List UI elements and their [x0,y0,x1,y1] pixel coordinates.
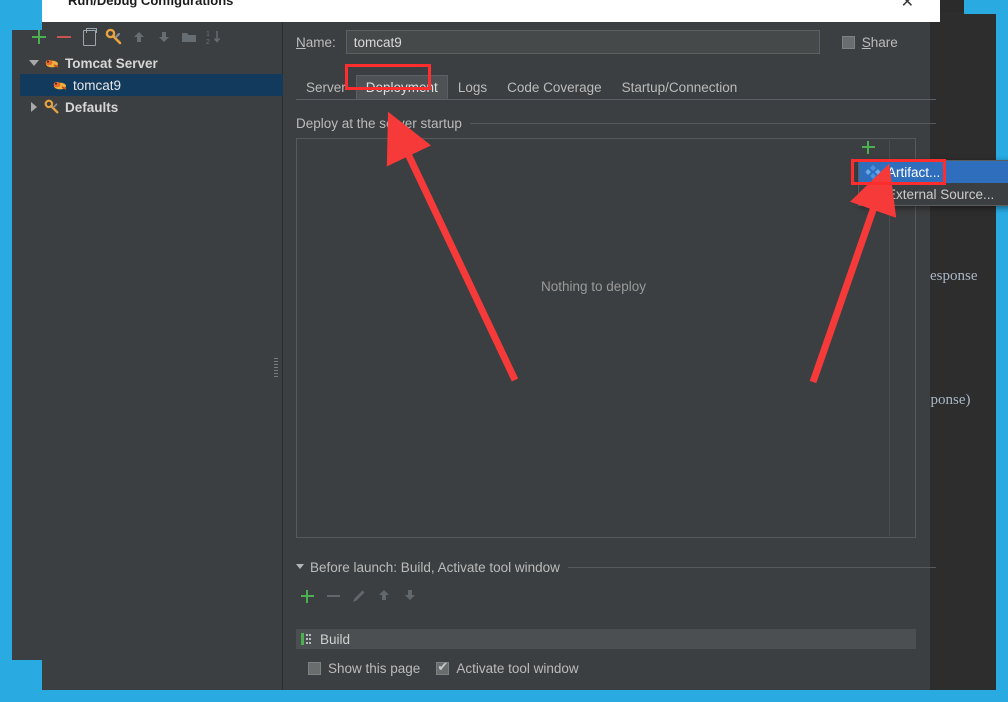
deployment-list-panel[interactable]: Nothing to deploy [296,138,916,538]
menu-item-external-source[interactable]: External Source... [859,183,1008,205]
add-deployment-artifact-button[interactable] [858,137,878,157]
configuration-editor-panel: Name: Share Server Deployment Logs Code … [284,22,940,702]
tab-deployment[interactable]: Deployment [355,75,448,99]
chevron-down-icon[interactable] [28,57,40,69]
add-task-button[interactable] [298,587,316,605]
show-this-page-checkbox[interactable]: Show this page [308,661,420,676]
tomcat-icon [52,77,68,93]
deploy-section-title: Deploy at the server startup [296,115,462,131]
checkbox-box[interactable] [436,659,450,675]
tree-item-label: tomcat9 [73,77,122,93]
before-launch-task-build[interactable]: Build [296,629,916,649]
menu-item-label: Artifact... [887,164,941,180]
menu-item-artifact[interactable]: Artifact... [859,161,1008,183]
chevron-down-icon[interactable] [296,562,306,572]
frame-border-top-left [0,0,42,30]
before-launch-header[interactable]: Before launch: Build, Activate tool wind… [296,558,936,576]
external-source-icon [865,186,881,202]
tab-startup-connection[interactable]: Startup/Connection [612,75,748,99]
run-debug-configurations-dialog: 1 2 Tomcat Server tomcat9 Defaults Name:… [10,0,940,702]
remove-configuration-button[interactable] [53,26,75,48]
checkbox-label: Show this page [328,660,421,676]
menu-item-label: External Source... [887,186,995,202]
remove-task-button[interactable] [324,587,342,605]
edit-task-button[interactable] [350,587,368,605]
close-icon[interactable]: ✕ [901,0,914,12]
frame-border-top-right [964,0,1008,14]
frame-border-right [996,0,1008,702]
frame-border-bottom [30,690,996,702]
tree-item-defaults[interactable]: Defaults [20,96,283,118]
tree-item-tomcat-server[interactable]: Tomcat Server [20,52,283,74]
svg-text:2: 2 [206,39,210,45]
section-divider [567,566,936,568]
copy-configuration-button[interactable] [78,26,100,48]
task-move-down-button[interactable] [402,587,420,605]
before-launch-toolbar [298,584,420,608]
dialog-titlebar: Run/Debug Configurations ✕ [38,0,940,22]
move-down-button[interactable] [153,26,175,48]
before-launch-title: Before launch: Build, Activate tool wind… [310,559,560,575]
tree-item-label: Defaults [65,99,119,115]
deployment-list-inner [298,140,890,536]
move-up-button[interactable] [128,26,150,48]
name-row: Name: Share [296,28,936,56]
panel-splitter-handle[interactable] [274,358,279,378]
task-label: Build [320,631,351,647]
artifact-icon [865,164,881,180]
configurations-tree: Tomcat Server tomcat9 Defaults [20,52,283,118]
checkbox-box[interactable] [841,35,855,49]
screenshot-root: response esponse) 1 2 Tomcat Server tomc… [0,0,1008,702]
share-label: Share [861,34,898,50]
svg-text:1: 1 [206,31,210,38]
configurations-sidebar: 1 2 Tomcat Server tomcat9 Defaults [20,22,283,690]
section-divider [469,122,936,124]
build-icon [300,631,316,647]
tab-server[interactable]: Server [296,75,356,99]
sidebar-toolbar: 1 2 [20,22,283,52]
tree-item-label: Tomcat Server [65,55,158,71]
tab-code-coverage[interactable]: Code Coverage [497,75,612,99]
configuration-tabs: Server Deployment Logs Code Coverage Sta… [296,75,936,100]
tomcat-icon [44,55,60,71]
checkbox-box[interactable] [308,661,321,675]
tab-logs[interactable]: Logs [448,75,497,99]
checkbox-label: Activate tool window [456,660,579,676]
edit-templates-button[interactable] [103,26,125,48]
wrench-icon [44,99,60,115]
chevron-right-icon[interactable] [28,101,40,113]
name-input[interactable] [345,30,820,54]
name-label: Name: [296,34,336,50]
task-move-up-button[interactable] [376,587,394,605]
add-artifact-popup-menu: Artifact... External Source... [858,160,1008,206]
deployment-empty-text: Nothing to deploy [540,279,647,294]
deploy-section-header: Deploy at the server startup [296,114,936,132]
activate-tool-window-checkbox[interactable]: Activate tool window [436,659,579,676]
frame-border-left [0,0,12,672]
share-checkbox[interactable]: Share [841,34,898,50]
sort-configurations-button[interactable]: 1 2 [203,26,225,48]
new-folder-button[interactable] [178,26,200,48]
tree-item-tomcat9[interactable]: tomcat9 [20,74,283,96]
before-launch-options: Show this page Activate tool window [308,657,579,679]
dialog-title: Run/Debug Configurations [68,0,234,8]
